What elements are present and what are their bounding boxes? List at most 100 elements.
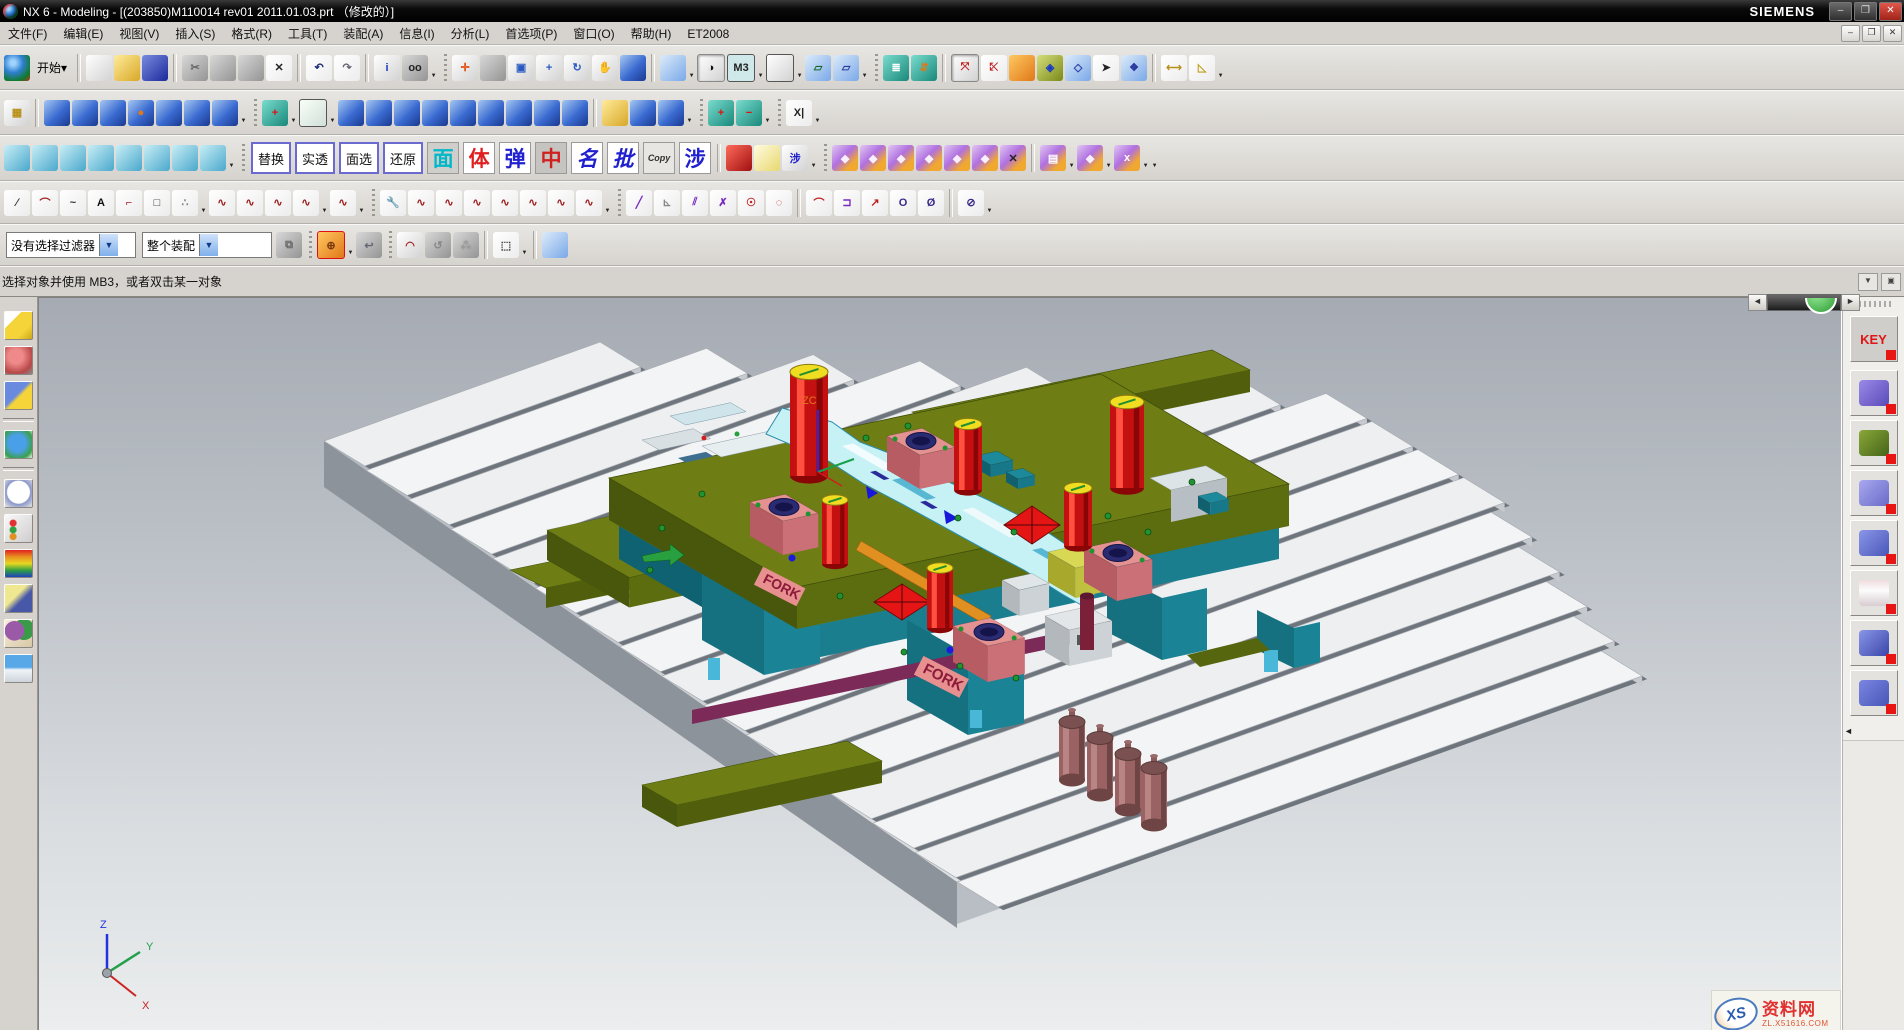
rotate-view-icon[interactable]: ↻ [564, 55, 590, 81]
dropdown-arrow-icon[interactable]: ▼ [320, 188, 329, 218]
clip-section-slider[interactable]: ◄ ► [1748, 294, 1860, 311]
green-block-part-button[interactable] [1850, 420, 1898, 466]
pocket-icon[interactable] [366, 100, 392, 126]
curve-mesh-icon[interactable] [60, 145, 86, 171]
toolbar-grip[interactable] [778, 99, 781, 127]
plane-white-icon[interactable] [299, 99, 327, 127]
bigbtn-2[interactable]: 体 [463, 142, 495, 174]
undo-icon[interactable]: ↶ [306, 55, 332, 81]
dropdown-arrow-icon[interactable]: ▼ [860, 53, 869, 83]
cube-small-icon[interactable] [542, 232, 568, 258]
info-icon[interactable]: i [374, 55, 400, 81]
curve-hook3-icon[interactable]: ∿ [265, 190, 291, 216]
toolbar-grip[interactable] [444, 54, 447, 82]
iso-line-icon[interactable]: ╱ [626, 190, 652, 216]
constraint-navigator-icon[interactable] [4, 346, 33, 375]
menu-11[interactable]: 窗口(O) [565, 25, 622, 43]
measure-distance-icon[interactable]: ⟷ [1161, 55, 1187, 81]
copy-icon[interactable] [210, 55, 236, 81]
n-sided-icon[interactable] [144, 145, 170, 171]
corner-curve-icon[interactable]: ∿ [492, 190, 518, 216]
mesh-surface-icon[interactable] [100, 100, 126, 126]
3d-model-scene[interactable]: FORKFORKZCZYX [39, 298, 1842, 1030]
collapse-arrow-icon[interactable]: ◄ [1844, 726, 1853, 736]
pan-view-icon[interactable]: ✋ [592, 55, 618, 81]
contrast-style-icon[interactable]: ◑ [697, 54, 725, 82]
layer-category-icon[interactable]: ⇵ [911, 55, 937, 81]
dropdown-arrow-icon[interactable]: ▼ [1067, 143, 1076, 173]
blue-plate-part-button[interactable] [1850, 470, 1898, 516]
bend-surface-icon[interactable] [200, 145, 226, 171]
nav-render-icon[interactable]: ◇ [1065, 55, 1091, 81]
bridge-surface-icon[interactable] [172, 145, 198, 171]
menu-6[interactable]: 工具(T) [280, 25, 335, 43]
statusbar-options-icon[interactable]: ▼ [1858, 273, 1878, 291]
mdi-minimize-button[interactable]: – [1841, 25, 1860, 42]
maximize-button[interactable]: ❐ [1854, 2, 1877, 21]
dropdown-arrow-icon[interactable]: ▼ [429, 53, 438, 83]
circle-a-icon[interactable]: O [890, 190, 916, 216]
dropdown-arrow-icon[interactable]: ▼ [328, 98, 337, 128]
open-file-icon[interactable] [114, 55, 140, 81]
title-bar[interactable]: NX 6 - Modeling - [(203850)M110014 rev01… [0, 0, 1904, 22]
iso-csys-icon[interactable]: ⊾ [654, 190, 680, 216]
toolbar-grip[interactable] [309, 231, 312, 259]
save-file-icon[interactable] [142, 55, 168, 81]
delete-icon[interactable]: ✕ [266, 55, 292, 81]
materials-palette-icon[interactable] [4, 514, 33, 543]
datum-plane-icon[interactable]: + [262, 100, 288, 126]
parallel-line-icon[interactable]: ⫽ [682, 190, 708, 216]
boss-icon[interactable] [156, 100, 182, 126]
bigbtn-8[interactable]: 涉 [679, 142, 711, 174]
spline-icon[interactable]: ~ [60, 190, 86, 216]
asm-arrow-icon[interactable]: ◆ [860, 145, 886, 171]
platform-icon[interactable] [630, 100, 656, 126]
visualization-palette-icon[interactable] [4, 549, 33, 578]
u-shape-icon[interactable]: ⊐ [834, 190, 860, 216]
dot-circle-icon[interactable]: ☉ [738, 190, 764, 216]
bigbtn-1[interactable]: 面 [427, 142, 459, 174]
zoom-in-icon[interactable]: + [536, 55, 562, 81]
slider-left-icon[interactable]: ◄ [1748, 294, 1767, 311]
mdi-restore-button[interactable]: ❐ [1862, 25, 1881, 42]
hole-icon[interactable]: ● [128, 100, 154, 126]
gray-block-icon[interactable] [480, 55, 506, 81]
textbtn-4[interactable]: 还原 [383, 142, 423, 174]
dropdown-arrow-icon[interactable]: ▼ [1141, 143, 1150, 173]
profile-icon[interactable]: ⌐ [116, 190, 142, 216]
curve-hook1-icon[interactable]: ∿ [209, 190, 235, 216]
cube-cage-icon[interactable] [534, 100, 560, 126]
elbow-part-button[interactable] [1850, 670, 1898, 716]
red-cube-icon[interactable] [726, 145, 752, 171]
fillet-curve-icon[interactable]: ∿ [520, 190, 546, 216]
nav-move-icon[interactable]: ❖ [1121, 55, 1147, 81]
dropdown-arrow-icon[interactable]: ▼ [1150, 143, 1159, 173]
swept-icon[interactable] [116, 145, 142, 171]
point-set-icon[interactable]: ∴ [172, 190, 198, 216]
bigbtn-6[interactable]: 批 [607, 142, 639, 174]
punch-part-button[interactable] [1850, 570, 1898, 616]
key-part-button[interactable]: KEY [1850, 316, 1898, 362]
chamfer-curve-icon[interactable]: ∿ [548, 190, 574, 216]
ruled-surface-icon[interactable] [4, 145, 30, 171]
menu-12[interactable]: 帮助(H) [623, 25, 680, 43]
join-curve2-icon[interactable] [422, 100, 448, 126]
find-icon[interactable]: oo [402, 55, 428, 81]
cross-part-button[interactable] [1850, 620, 1898, 666]
display-cube-icon[interactable] [660, 55, 686, 81]
scope-select[interactable]: 整个装配▼ [142, 232, 272, 258]
hole-block-icon[interactable] [562, 100, 588, 126]
rotate-point-icon[interactable]: ↺ [425, 232, 451, 258]
arc-3pt-icon[interactable]: ⌒ [806, 190, 832, 216]
menu-2[interactable]: 编辑(E) [55, 25, 111, 43]
nav-datum-icon[interactable]: ◈ [1037, 55, 1063, 81]
block-icon[interactable] [212, 100, 238, 126]
eraser-icon[interactable]: ◠ [397, 232, 423, 258]
dropdown-arrow-icon[interactable]: ▼ [520, 230, 529, 260]
toolbar-grip[interactable] [242, 144, 245, 172]
asm-move-icon[interactable]: ◆ [832, 145, 858, 171]
shaded-cube-icon[interactable] [620, 55, 646, 81]
zoom-window-icon[interactable]: ▣ [508, 55, 534, 81]
text-A-icon[interactable]: A [88, 190, 114, 216]
dropdown-arrow-icon[interactable]: ▼ [199, 188, 208, 218]
